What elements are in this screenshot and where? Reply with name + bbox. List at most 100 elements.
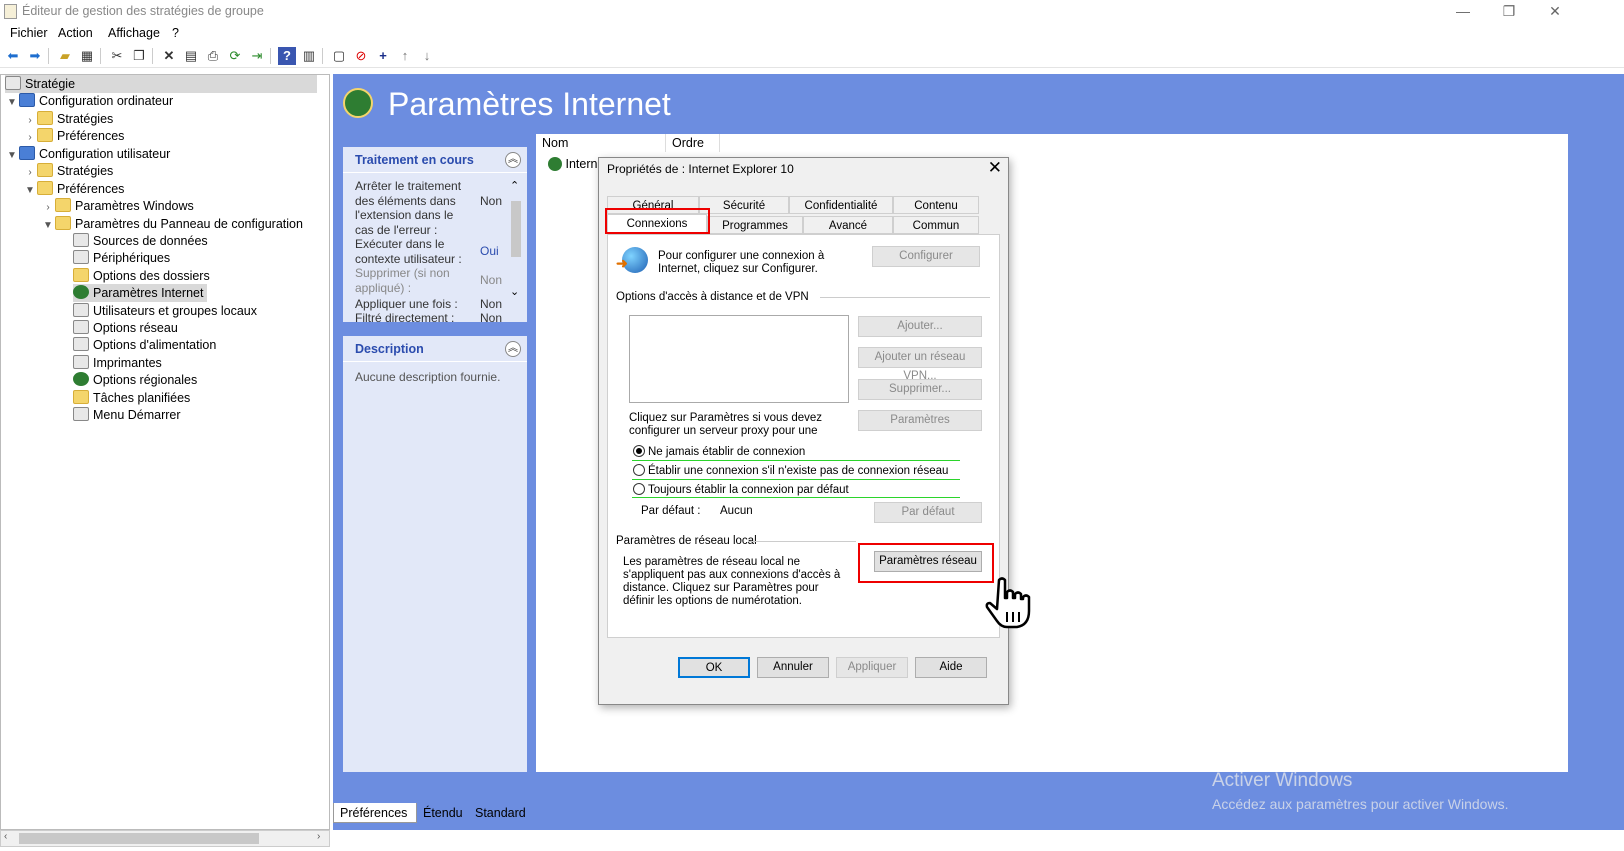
tree-item-start-menu[interactable]: Menu Démarrer — [73, 406, 181, 424]
menu-action[interactable]: Action — [58, 26, 93, 40]
processing-label-1: Exécuter dans le contexte utilisateur : — [355, 237, 462, 266]
tree-label: Menu Démarrer — [93, 408, 181, 422]
export-icon[interactable]: ⇥ — [248, 47, 266, 65]
dialog-close-icon[interactable]: ✕ — [988, 158, 1002, 178]
restore-button[interactable]: ❐ — [1486, 0, 1532, 24]
tree-item-user-strategies[interactable]: › Stratégies — [23, 162, 113, 180]
close-window-button[interactable]: ✕ — [1532, 0, 1578, 24]
processing-value-1: Oui — [480, 244, 499, 258]
tree-item-user-preferences[interactable]: ▼ Préférences — [23, 180, 124, 198]
chevron-down-icon[interactable]: ▼ — [41, 217, 55, 235]
down-icon[interactable]: ↓ — [418, 47, 436, 65]
new-icon[interactable]: ▢ — [330, 47, 348, 65]
tab-security[interactable]: Sécurité — [699, 196, 789, 214]
menu-fichier[interactable]: Fichier — [10, 26, 48, 40]
collapse-icon[interactable]: ︽ — [505, 341, 521, 357]
scroll-thumb[interactable] — [19, 833, 259, 844]
tab-programs[interactable]: Programmes — [707, 216, 803, 234]
refresh-icon[interactable]: ⟳ — [226, 47, 244, 65]
add-icon[interactable]: + — [374, 47, 392, 65]
globe-icon — [73, 372, 89, 386]
tab-privacy[interactable]: Confidentialité — [789, 196, 893, 214]
cancel-button[interactable]: Annuler — [757, 657, 829, 678]
tree-horizontal-scrollbar[interactable]: ‹ › — [0, 830, 330, 847]
set-default-button[interactable]: Par défaut — [874, 502, 982, 523]
settings-button[interactable]: Paramètres — [858, 410, 982, 431]
processing-value-4: Non — [480, 311, 503, 322]
menu-help[interactable]: ? — [172, 26, 179, 40]
cut-icon[interactable]: ✂ — [108, 47, 126, 65]
menu-affichage[interactable]: Affichage — [108, 26, 160, 40]
print-icon[interactable]: ⎙ — [204, 47, 222, 65]
tree-item-user-config[interactable]: ▼ Configuration utilisateur — [5, 145, 170, 163]
scroll-up-icon[interactable]: ⌃ — [510, 179, 519, 192]
tree-item-internet-settings[interactable]: Paramètres Internet — [73, 284, 208, 302]
processing-scrollbar[interactable]: ⌃ ⌄ — [509, 179, 523, 319]
scroll-thumb[interactable] — [511, 201, 521, 257]
configure-button[interactable]: Configurer — [872, 246, 980, 267]
tree-item-scheduled-tasks[interactable]: Tâches planifiées — [73, 389, 190, 407]
tree-item-windows-settings[interactable]: › Paramètres Windows — [41, 197, 194, 215]
add-button[interactable]: Ajouter... — [858, 316, 982, 337]
tree-item-control-panel-settings[interactable]: ▼ Paramètres du Panneau de configuration — [41, 215, 303, 233]
forward-icon[interactable]: ➡ — [26, 47, 44, 65]
column-header-name[interactable]: Nom — [536, 134, 666, 152]
minimize-button[interactable]: — — [1440, 0, 1486, 24]
column-header-order[interactable]: Ordre — [666, 134, 720, 152]
chevron-down-icon[interactable]: ▼ — [23, 182, 37, 200]
tree-item-network-options[interactable]: Options réseau — [73, 319, 178, 337]
scroll-left-icon[interactable]: ‹ — [4, 831, 7, 842]
tree-item-folder-options[interactable]: Options des dossiers — [73, 267, 210, 285]
radio-always-dial[interactable] — [633, 483, 645, 495]
radio-never-dial-label[interactable]: Ne jamais établir de connexion — [648, 446, 805, 459]
properties-icon[interactable]: ▤ — [182, 47, 200, 65]
processing-panel: Traitement en cours ︽ Arrêter le traitem… — [343, 147, 527, 322]
scroll-down-icon[interactable]: ⌄ — [510, 285, 519, 298]
tree-item-computer-config[interactable]: ▼ Configuration ordinateur — [5, 92, 173, 110]
remove-button[interactable]: Supprimer... — [858, 379, 982, 400]
tab-advanced[interactable]: Avancé — [803, 216, 893, 234]
tree-label: Configuration utilisateur — [39, 147, 171, 161]
tree-item-printers[interactable]: Imprimantes — [73, 354, 162, 372]
divider — [748, 541, 856, 542]
connections-listbox[interactable] — [629, 315, 849, 403]
tree-item-devices[interactable]: Périphériques — [73, 249, 170, 267]
back-icon[interactable]: ⬅ — [4, 47, 22, 65]
tab-standard[interactable]: Standard — [469, 803, 537, 823]
toolbar: ⬅ ➡ ▰ ▦ ✂ ❐ ✕ ▤ ⎙ ⟳ ⇥ ? ▥ ▢ ⊘ + ↑ ↓ — [0, 44, 1624, 68]
tree-label: Imprimantes — [93, 356, 162, 370]
tree-item-regional-options[interactable]: Options régionales — [73, 371, 197, 389]
chevron-down-icon[interactable]: ▼ — [5, 147, 19, 165]
collapse-icon[interactable]: ︽ — [505, 152, 521, 168]
radio-always-dial-label[interactable]: Toujours établir la connexion par défaut — [648, 484, 849, 497]
ok-button[interactable]: OK — [678, 657, 750, 678]
scroll-right-icon[interactable]: › — [317, 831, 320, 842]
delete-icon[interactable]: ✕ — [160, 47, 178, 65]
apply-button[interactable]: Appliquer — [836, 657, 908, 678]
tree-root[interactable]: Stratégie — [5, 75, 317, 93]
help-icon[interactable]: ? — [278, 47, 296, 65]
chevron-down-icon[interactable]: ▼ — [5, 94, 19, 112]
disable-icon[interactable]: ⊘ — [352, 47, 370, 65]
tree-item-computer-preferences[interactable]: › Préférences — [23, 127, 124, 145]
tree-item-power-options[interactable]: Options d'alimentation — [73, 336, 216, 354]
tab-content[interactable]: Contenu — [893, 196, 979, 214]
tree-item-computer-strategies[interactable]: › Stratégies — [23, 110, 113, 128]
radio-never-dial[interactable] — [633, 445, 645, 457]
tree-item-local-users[interactable]: Utilisateurs et groupes locaux — [73, 302, 257, 320]
tab-preferences[interactable]: Préférences — [333, 803, 417, 823]
help-button[interactable]: Aide — [915, 657, 987, 678]
radio-dial-when-no-network-label[interactable]: Établir une connexion s'il n'existe pas … — [648, 465, 948, 478]
show-tree-icon[interactable]: ▦ — [78, 47, 96, 65]
tab-common[interactable]: Commun — [893, 216, 979, 234]
radio-dial-when-no-network[interactable] — [633, 464, 645, 476]
up-icon[interactable]: ↑ — [396, 47, 414, 65]
copy-icon[interactable]: ❐ — [130, 47, 148, 65]
tree-item-data-sources[interactable]: Sources de données — [73, 232, 208, 250]
folder-up-icon[interactable]: ▰ — [56, 47, 74, 65]
processing-label-0: Arrêter le traitement des éléments dans … — [355, 179, 462, 237]
view-icon[interactable]: ▥ — [300, 47, 318, 65]
tab-extended[interactable]: Étendu — [417, 803, 469, 823]
add-vpn-button[interactable]: Ajouter un réseau VPN... — [858, 347, 982, 382]
processing-label-3: Appliquer une fois : — [355, 297, 458, 311]
